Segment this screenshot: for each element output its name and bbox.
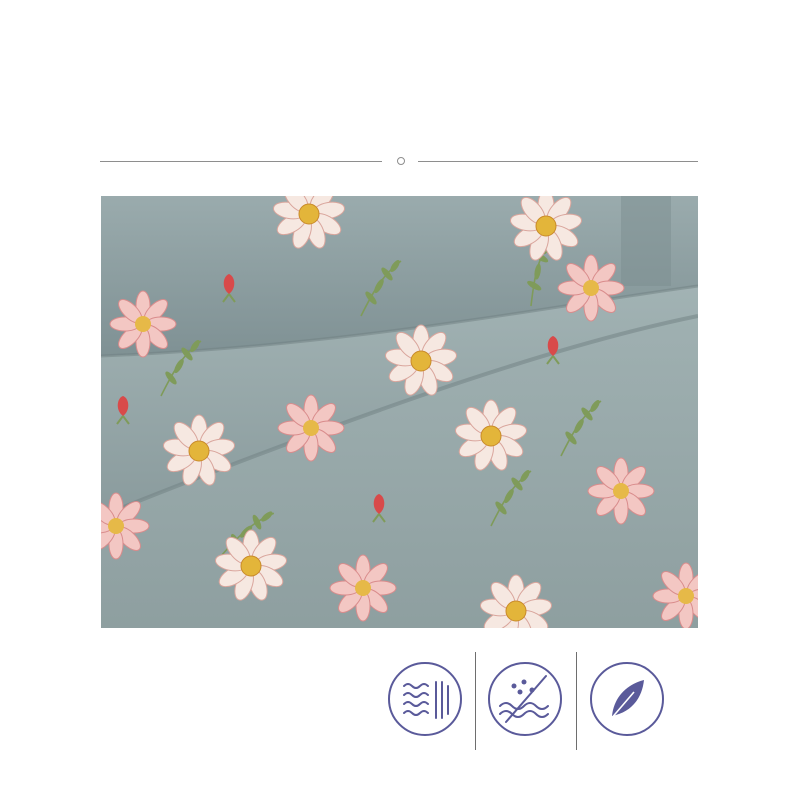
- leaf-soft-icon: [588, 660, 666, 738]
- feature-separator: [576, 652, 577, 750]
- anti-pilling-icon: [486, 660, 564, 738]
- breathable-waves-icon: [386, 660, 464, 738]
- divider-line-left: [100, 161, 382, 162]
- decorative-divider: [100, 154, 700, 170]
- fabric-photo: [101, 196, 698, 628]
- divider-circle-icon: [397, 157, 405, 165]
- feature-separator: [475, 652, 476, 750]
- feature-icons-row: [380, 652, 680, 750]
- divider-line-right: [418, 161, 698, 162]
